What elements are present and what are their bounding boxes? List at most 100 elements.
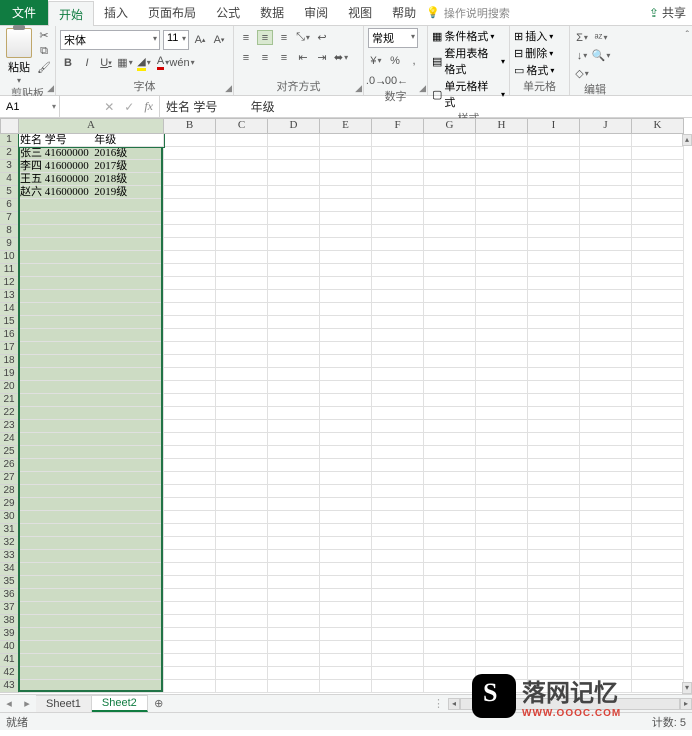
cell[interactable] — [216, 459, 268, 472]
cell[interactable] — [372, 407, 424, 420]
cell[interactable] — [476, 199, 528, 212]
cell[interactable] — [528, 303, 580, 316]
cell[interactable] — [632, 212, 684, 225]
cell[interactable] — [528, 589, 580, 602]
cell[interactable] — [216, 628, 268, 641]
cell[interactable] — [632, 420, 684, 433]
cell[interactable] — [19, 641, 164, 654]
cell[interactable] — [216, 329, 268, 342]
align-left-button[interactable]: ≡ — [238, 50, 254, 65]
cell[interactable] — [268, 329, 320, 342]
cell[interactable] — [372, 602, 424, 615]
row-header[interactable]: 34 — [0, 563, 19, 576]
row-header[interactable]: 12 — [0, 277, 19, 290]
cell[interactable] — [372, 277, 424, 290]
cell[interactable] — [164, 199, 216, 212]
fill-button[interactable]: ↓ — [574, 48, 590, 63]
cell[interactable] — [164, 680, 216, 693]
align-center-button[interactable]: ≡ — [257, 50, 273, 65]
cell[interactable] — [476, 147, 528, 160]
cell[interactable] — [372, 199, 424, 212]
row-header[interactable]: 21 — [0, 394, 19, 407]
fill-color-button[interactable]: ◢ — [136, 55, 152, 70]
cell[interactable] — [268, 238, 320, 251]
cell[interactable] — [580, 641, 632, 654]
scroll-left-button[interactable]: ◂ — [448, 698, 460, 710]
scroll-right-button[interactable]: ▸ — [680, 698, 692, 710]
cell[interactable] — [164, 563, 216, 576]
cell[interactable] — [632, 342, 684, 355]
cell[interactable] — [632, 654, 684, 667]
delete-cells-button[interactable]: ⊟删除▾ — [514, 45, 553, 61]
cell[interactable] — [476, 498, 528, 511]
cell[interactable] — [476, 303, 528, 316]
cell[interactable] — [476, 368, 528, 381]
cell[interactable] — [19, 654, 164, 667]
cell[interactable] — [528, 537, 580, 550]
cell[interactable] — [580, 537, 632, 550]
cell[interactable] — [19, 342, 164, 355]
cell[interactable] — [528, 524, 580, 537]
row-header[interactable]: 5 — [0, 186, 19, 199]
cell[interactable] — [632, 680, 684, 693]
cell[interactable] — [320, 303, 372, 316]
cell[interactable] — [424, 446, 476, 459]
row-header[interactable]: 9 — [0, 238, 19, 251]
col-header-H[interactable]: H — [476, 118, 528, 134]
cell[interactable] — [476, 381, 528, 394]
cell[interactable]: 李四 41600000 2017级 — [19, 160, 164, 173]
cell[interactable] — [19, 420, 164, 433]
cell[interactable] — [320, 134, 372, 147]
cell[interactable] — [632, 134, 684, 147]
tell-me[interactable]: 💡 操作说明搜索 — [426, 0, 510, 25]
cell[interactable] — [372, 511, 424, 524]
cell[interactable] — [19, 407, 164, 420]
cell[interactable] — [528, 160, 580, 173]
sort-filter-button[interactable]: ᵃᶻ — [593, 30, 609, 45]
cell[interactable] — [216, 134, 268, 147]
cell[interactable] — [424, 407, 476, 420]
cell[interactable] — [476, 576, 528, 589]
cell[interactable] — [424, 212, 476, 225]
cell[interactable] — [632, 511, 684, 524]
tab-view[interactable]: 视图 — [338, 0, 382, 25]
cell[interactable] — [268, 199, 320, 212]
cell[interactable] — [632, 485, 684, 498]
cell[interactable] — [320, 264, 372, 277]
cell[interactable] — [372, 420, 424, 433]
row-header[interactable]: 8 — [0, 225, 19, 238]
row-header[interactable]: 41 — [0, 654, 19, 667]
cell[interactable] — [528, 680, 580, 693]
comma-button[interactable]: , — [406, 53, 422, 68]
cell[interactable] — [580, 212, 632, 225]
cell[interactable] — [164, 654, 216, 667]
cell[interactable] — [164, 420, 216, 433]
cell[interactable] — [476, 238, 528, 251]
cell[interactable] — [320, 316, 372, 329]
row-header[interactable]: 19 — [0, 368, 19, 381]
clipboard-launcher-icon[interactable]: ◢ — [47, 83, 54, 94]
cell[interactable] — [320, 641, 372, 654]
cell[interactable] — [372, 147, 424, 160]
cell[interactable] — [216, 316, 268, 329]
cell[interactable] — [580, 173, 632, 186]
cell[interactable] — [268, 641, 320, 654]
cell[interactable] — [528, 667, 580, 680]
cell[interactable] — [372, 563, 424, 576]
cell[interactable] — [268, 615, 320, 628]
cell[interactable] — [632, 498, 684, 511]
cell[interactable] — [216, 342, 268, 355]
cell[interactable] — [632, 576, 684, 589]
cell[interactable] — [424, 537, 476, 550]
tab-formulas[interactable]: 公式 — [206, 0, 250, 25]
row-header[interactable]: 18 — [0, 355, 19, 368]
cell[interactable] — [268, 173, 320, 186]
row-header[interactable]: 17 — [0, 342, 19, 355]
cell[interactable] — [580, 355, 632, 368]
cell[interactable] — [372, 329, 424, 342]
cell[interactable] — [268, 212, 320, 225]
phonetic-button[interactable]: wén — [174, 55, 190, 70]
cell[interactable] — [320, 563, 372, 576]
cell[interactable] — [528, 394, 580, 407]
cell[interactable] — [268, 550, 320, 563]
